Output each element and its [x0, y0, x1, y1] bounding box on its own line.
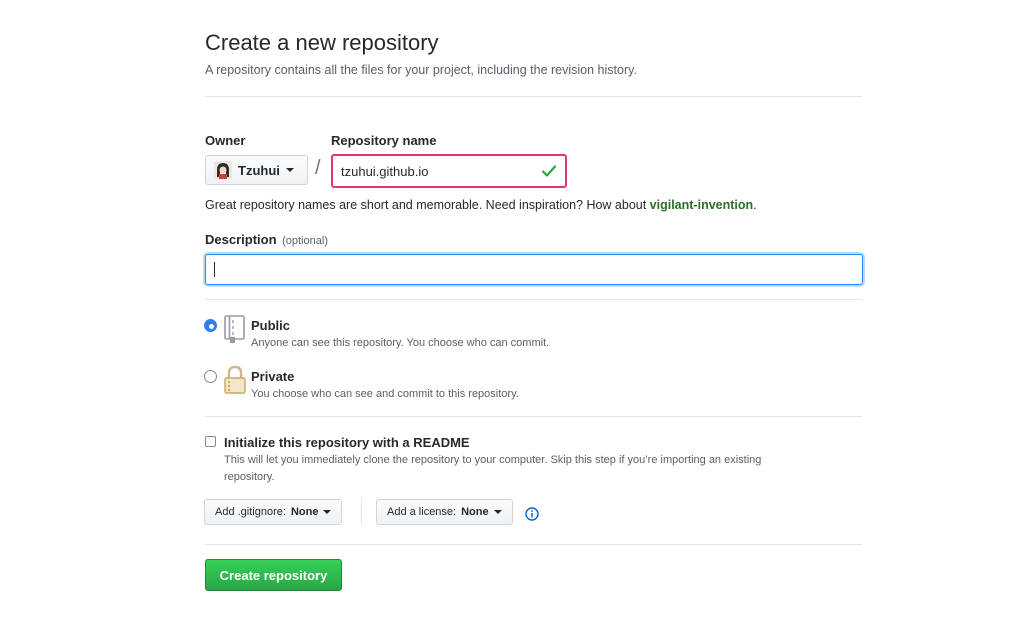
gitignore-value: None [290, 506, 319, 518]
optional-tag: (optional) [282, 235, 328, 247]
private-title: Private [251, 369, 295, 384]
public-title: Public [251, 318, 291, 333]
description-label: Description (optional) [205, 232, 328, 247]
repo-book-icon [224, 315, 245, 343]
info-icon[interactable] [525, 507, 539, 521]
select-separator [361, 498, 362, 524]
create-repository-button[interactable]: Create repository [205, 559, 342, 591]
public-desc: Anyone can see this repository. You choo… [251, 337, 550, 349]
text-cursor [214, 262, 215, 277]
repo-name-value: tzuhui.github.io [341, 163, 429, 179]
chevron-down-icon [493, 510, 502, 514]
public-radio[interactable] [204, 319, 217, 332]
hint-end: . [753, 198, 757, 212]
readme-desc-line1: This will let you immediately clone the … [224, 454, 762, 466]
readme-checkbox[interactable] [205, 436, 216, 447]
lock-icon [224, 365, 246, 394]
name-suggestion-link[interactable]: vigilant-invention [650, 198, 753, 212]
owner-label: Owner [205, 133, 246, 148]
repo-name-input[interactable]: tzuhui.github.io [331, 154, 567, 188]
hint-text: Great repository names are short and mem… [205, 198, 650, 212]
private-radio[interactable] [204, 370, 217, 383]
repo-name-label: Repository name [331, 133, 437, 148]
private-desc: You choose who can see and commit to thi… [251, 388, 519, 400]
readme-title: Initialize this repository with a README [224, 435, 470, 450]
chevron-down-icon [323, 510, 332, 514]
readme-desc-line2: repository. [224, 471, 275, 483]
owner-avatar-icon [214, 161, 232, 179]
options-divider [205, 544, 862, 545]
owner-select[interactable]: Tzuhui [205, 155, 308, 185]
visibility-divider [205, 416, 862, 417]
license-value: None [461, 506, 489, 518]
description-divider [205, 299, 862, 300]
owner-name: Tzuhui [238, 162, 280, 178]
check-icon [541, 165, 557, 177]
page-subtitle: A repository contains all the files for … [205, 63, 637, 77]
gitignore-label: Add .gitignore: [215, 506, 286, 518]
gitignore-select[interactable]: Add .gitignore: None [204, 499, 343, 525]
owner-repo-separator: / [315, 157, 321, 179]
chevron-down-icon [285, 168, 294, 172]
repo-name-hint: Great repository names are short and mem… [205, 198, 757, 212]
license-label: Add a license: [387, 506, 457, 518]
license-select[interactable]: Add a license: None [376, 499, 513, 525]
page-title: Create a new repository [205, 30, 439, 55]
description-input[interactable] [205, 254, 863, 285]
description-label-text: Description [205, 232, 277, 247]
header-divider [205, 96, 862, 97]
